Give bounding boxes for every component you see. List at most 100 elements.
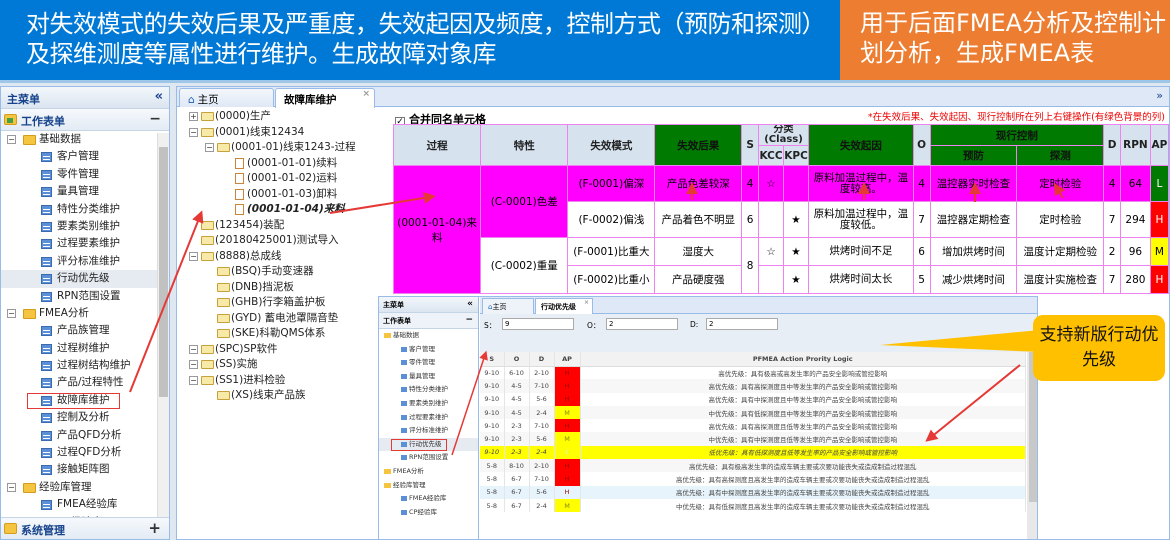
expand-toggle-icon[interactable]: −: [189, 375, 198, 385]
tree-node[interactable]: (DNB)挡泥板: [181, 280, 391, 296]
expand-toggle-icon[interactable]: −: [189, 360, 198, 369]
scrollbar-thumb[interactable]: [159, 147, 168, 397]
inset-tab-action-priority[interactable]: 行动优先级 ×: [535, 298, 593, 314]
tree-node[interactable]: (XS)线束产品族: [181, 388, 391, 404]
tree-node[interactable]: (0001-01-04)来料: [181, 202, 391, 218]
sidebar-item[interactable]: 过程树维护: [1, 340, 157, 357]
col-prevention[interactable]: 预防: [929, 145, 1018, 166]
inset-tree-item[interactable]: FMEA经验库: [379, 492, 478, 506]
sidebar-item[interactable]: 客户管理: [1, 148, 157, 165]
collapse-icon[interactable]: «: [467, 299, 473, 309]
close-tab-icon[interactable]: ×: [362, 89, 370, 99]
filter-d-input[interactable]: 2: [706, 318, 778, 330]
collapse-toggle-icon[interactable]: −: [7, 482, 16, 492]
sidebar-item[interactable]: 过程要素维护: [1, 235, 157, 252]
expand-toggle-icon[interactable]: −: [205, 143, 214, 152]
sidebar-item[interactable]: 产品/过程特性: [1, 374, 157, 391]
sidebar-item[interactable]: FMEA经验库: [1, 496, 157, 513]
collapse-toggle-icon[interactable]: −: [7, 135, 16, 144]
tree-node[interactable]: − (SPC)SP软件: [181, 342, 391, 358]
close-tab-icon[interactable]: ×: [584, 299, 589, 306]
sidebar-item[interactable]: 产品族管理: [1, 322, 157, 339]
prevention-cell[interactable]: 减少烘烤时间: [929, 265, 1018, 294]
ap-row[interactable]: 9-10 4-5 5-6 H 高优先级：具有中探测度且中等发生率的产品安全影响或管控影响: [480, 392, 1026, 406]
failure-cause-cell[interactable]: 烘烤时间不足: [808, 237, 914, 266]
sidebar-item[interactable]: 评分标准维护: [1, 253, 157, 270]
inset-tree-item[interactable]: 零件管理: [379, 356, 478, 370]
sidebar-item[interactable]: 控制及分析: [1, 409, 157, 426]
sidebar-item[interactable]: 过程QFD分析: [1, 444, 157, 461]
sidebar-group[interactable]: − 基础数据: [1, 131, 157, 148]
tree-node[interactable]: (GHB)行李箱盖护板: [181, 295, 391, 311]
failure-cause-cell[interactable]: 原料加温过程中，温度较低。: [808, 201, 914, 238]
tree-node[interactable]: (0001-01-01)续料: [181, 156, 391, 172]
ap-row[interactable]: 9-10 2-3 7-10 H 高优先级：具有高探测度且低等发生率的产品安全影响或管控影…: [480, 419, 1026, 433]
inset-tree-item[interactable]: 经验库管理: [379, 479, 478, 493]
sidebar-scrollbar[interactable]: [157, 133, 169, 519]
tab-failure-library[interactable]: 故障库维护 ×: [275, 88, 375, 108]
tab-home[interactable]: ⌂ 主页: [179, 88, 274, 107]
col-failure-effect[interactable]: 失效后果: [654, 124, 743, 166]
tree-node[interactable]: + (0000)生产: [181, 109, 391, 125]
prevention-cell[interactable]: 温控器实时检查: [929, 165, 1018, 202]
expand-toggle-icon[interactable]: +: [189, 112, 198, 121]
inset-tree-item[interactable]: 要素类别维护: [379, 397, 478, 411]
tree-node[interactable]: − (0001-01)线束1243-过程: [181, 140, 391, 156]
filter-o-input[interactable]: 2: [606, 318, 678, 330]
failure-effect-cell[interactable]: 湿度大: [654, 237, 743, 266]
col-current-control[interactable]: 现行控制: [929, 124, 1105, 146]
failure-effect-cell[interactable]: 产品硬度强: [654, 265, 743, 294]
tree-node[interactable]: (GYD) 蓄电池罩隔音垫: [181, 311, 391, 327]
detection-cell[interactable]: 温度计定期检验: [1016, 237, 1105, 266]
tree-node[interactable]: (0001-01-03)卸料: [181, 187, 391, 203]
sidebar-item[interactable]: RPN范围设置: [1, 288, 157, 305]
tree-node[interactable]: (20180425001)测试导入: [181, 233, 391, 249]
tree-node[interactable]: (123454)装配: [181, 218, 391, 234]
ap-row[interactable]: 5-8 6-7 7-10 H 高优先级：具有高探测度且高发生率的造成车辆主要或次要功能丧…: [480, 472, 1026, 486]
sidebar-item[interactable]: 零件管理: [1, 166, 157, 183]
inset-tree-item[interactable]: 过程要素维护: [379, 411, 478, 425]
tree-node[interactable]: − (8888)总成线: [181, 249, 391, 265]
inset-tree-item[interactable]: RPN范围设置: [379, 451, 478, 465]
ap-row[interactable]: 5-8 6-7 2-4 M 中优先级：具有低探测度且高发生率的造成车辆主要或次要功能丧失…: [480, 498, 1026, 513]
section-collapse-icon[interactable]: −: [149, 111, 161, 127]
failure-mode-cell[interactable]: (F-0002)比重小: [567, 265, 656, 294]
failure-mode-cell[interactable]: (F-0001)比重大: [567, 237, 656, 266]
ap-row[interactable]: 9-10 2-3 5-6 M 中优先级：具有中探测度且低等发生率的产品安全影响或管控影响: [480, 432, 1026, 446]
failure-effect-cell[interactable]: 产品着色不明显: [654, 201, 743, 238]
detection-cell[interactable]: 定时检验: [1016, 165, 1105, 202]
expand-icon[interactable]: +: [148, 519, 161, 537]
ap-row[interactable]: 5-8 8-10 2-10 H 高优先级：具有极高发生率的造成车辆主要或次要功能丧失或造…: [480, 459, 1026, 473]
inset-tree-item[interactable]: 特性分类维护: [379, 383, 478, 397]
tree-node[interactable]: − (SS)实施: [181, 357, 391, 373]
collapse-section-icon[interactable]: −: [465, 315, 473, 325]
sidebar-item[interactable]: 行动优先级: [1, 270, 157, 288]
col-detection[interactable]: 探测: [1016, 145, 1105, 166]
sidebar-item[interactable]: 特性分类维护: [1, 201, 157, 218]
sidebar-item[interactable]: 量具管理: [1, 183, 157, 200]
inset-tree-item[interactable]: 量具管理: [379, 370, 478, 384]
inset-scrollbar[interactable]: [1027, 352, 1037, 539]
collapse-sidebar-icon[interactable]: «: [155, 89, 163, 104]
inset-tab-home[interactable]: ⌂主页: [482, 298, 534, 314]
inset-tree-item[interactable]: 评分标准维护: [379, 424, 478, 438]
col-failure-cause[interactable]: 失效起因: [808, 124, 914, 166]
failure-cause-cell[interactable]: 原料加温过程中，温度较高。: [808, 165, 914, 202]
tree-node[interactable]: (SKE)科勒QMS体系: [181, 326, 391, 342]
tab-scroll-icon[interactable]: »: [1156, 89, 1163, 102]
failure-mode-cell[interactable]: (F-0002)偏浅: [567, 201, 656, 238]
failure-cause-cell[interactable]: 烘烤时间太长: [808, 265, 914, 294]
tree-node[interactable]: − (SS1)进料检验: [181, 373, 391, 389]
sidebar-item[interactable]: 产品QFD分析: [1, 427, 157, 444]
expand-toggle-icon[interactable]: −: [189, 344, 198, 354]
inset-tree-item[interactable]: CP经验库: [379, 506, 478, 520]
sidebar-item[interactable]: 故障库维护: [1, 392, 157, 409]
prevention-cell[interactable]: 温控器定期检查: [929, 201, 1018, 238]
sidebar-item[interactable]: 接触矩阵图: [1, 461, 157, 478]
filter-s-input[interactable]: 9: [502, 318, 574, 330]
ap-row[interactable]: 9-10 6-10 2-10 H 高优先级：具有极高或高发生率的产品安全影响或管控影响: [480, 366, 1026, 380]
inset-tree-item[interactable]: 行动优先级: [379, 437, 478, 452]
tree-node[interactable]: (0001-01-02)运料: [181, 171, 391, 187]
section-work-forms[interactable]: 工作表单 −: [1, 109, 169, 131]
expand-toggle-icon[interactable]: −: [189, 251, 198, 261]
